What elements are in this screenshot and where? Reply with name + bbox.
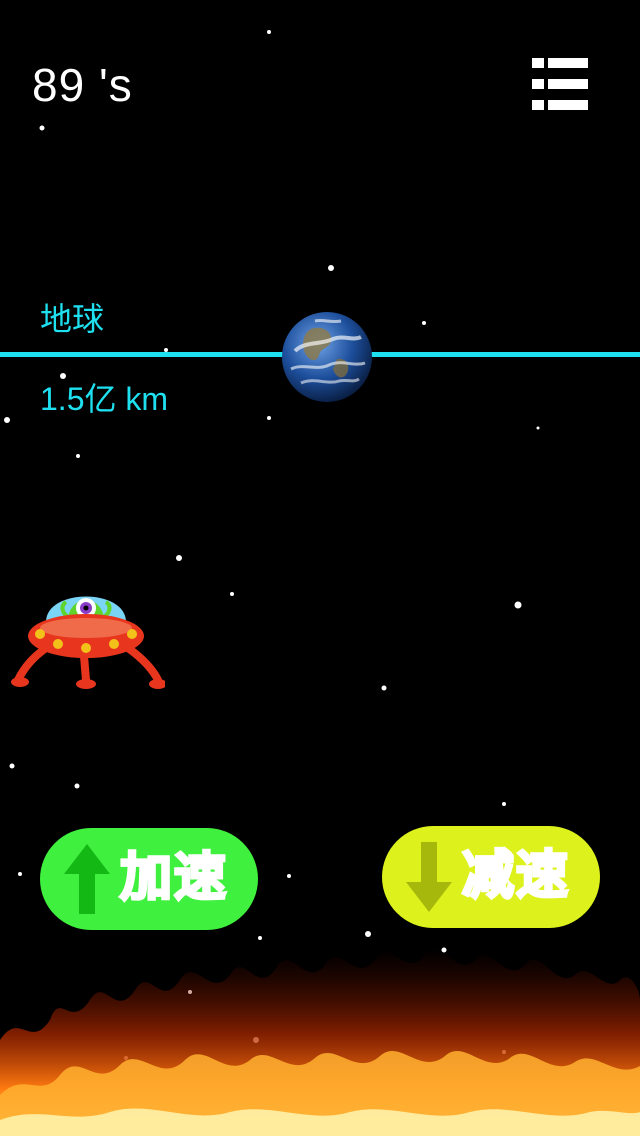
menu-button[interactable] (532, 58, 588, 110)
arrow-down-icon (406, 842, 452, 912)
accelerate-label: 加速 (118, 847, 229, 910)
ufo-alien-icon (11, 596, 165, 689)
planet-distance: 1.5亿 km (40, 381, 169, 417)
decelerate-button[interactable]: 减速 (382, 826, 600, 928)
earth-icon (282, 312, 372, 402)
accelerate-button[interactable]: 加速 (40, 828, 258, 930)
planet-name: 地球 (40, 300, 105, 338)
arrow-up-icon (64, 844, 110, 914)
decelerate-label: 减速 (460, 845, 571, 908)
elapsed-time: 89 's (32, 59, 133, 111)
